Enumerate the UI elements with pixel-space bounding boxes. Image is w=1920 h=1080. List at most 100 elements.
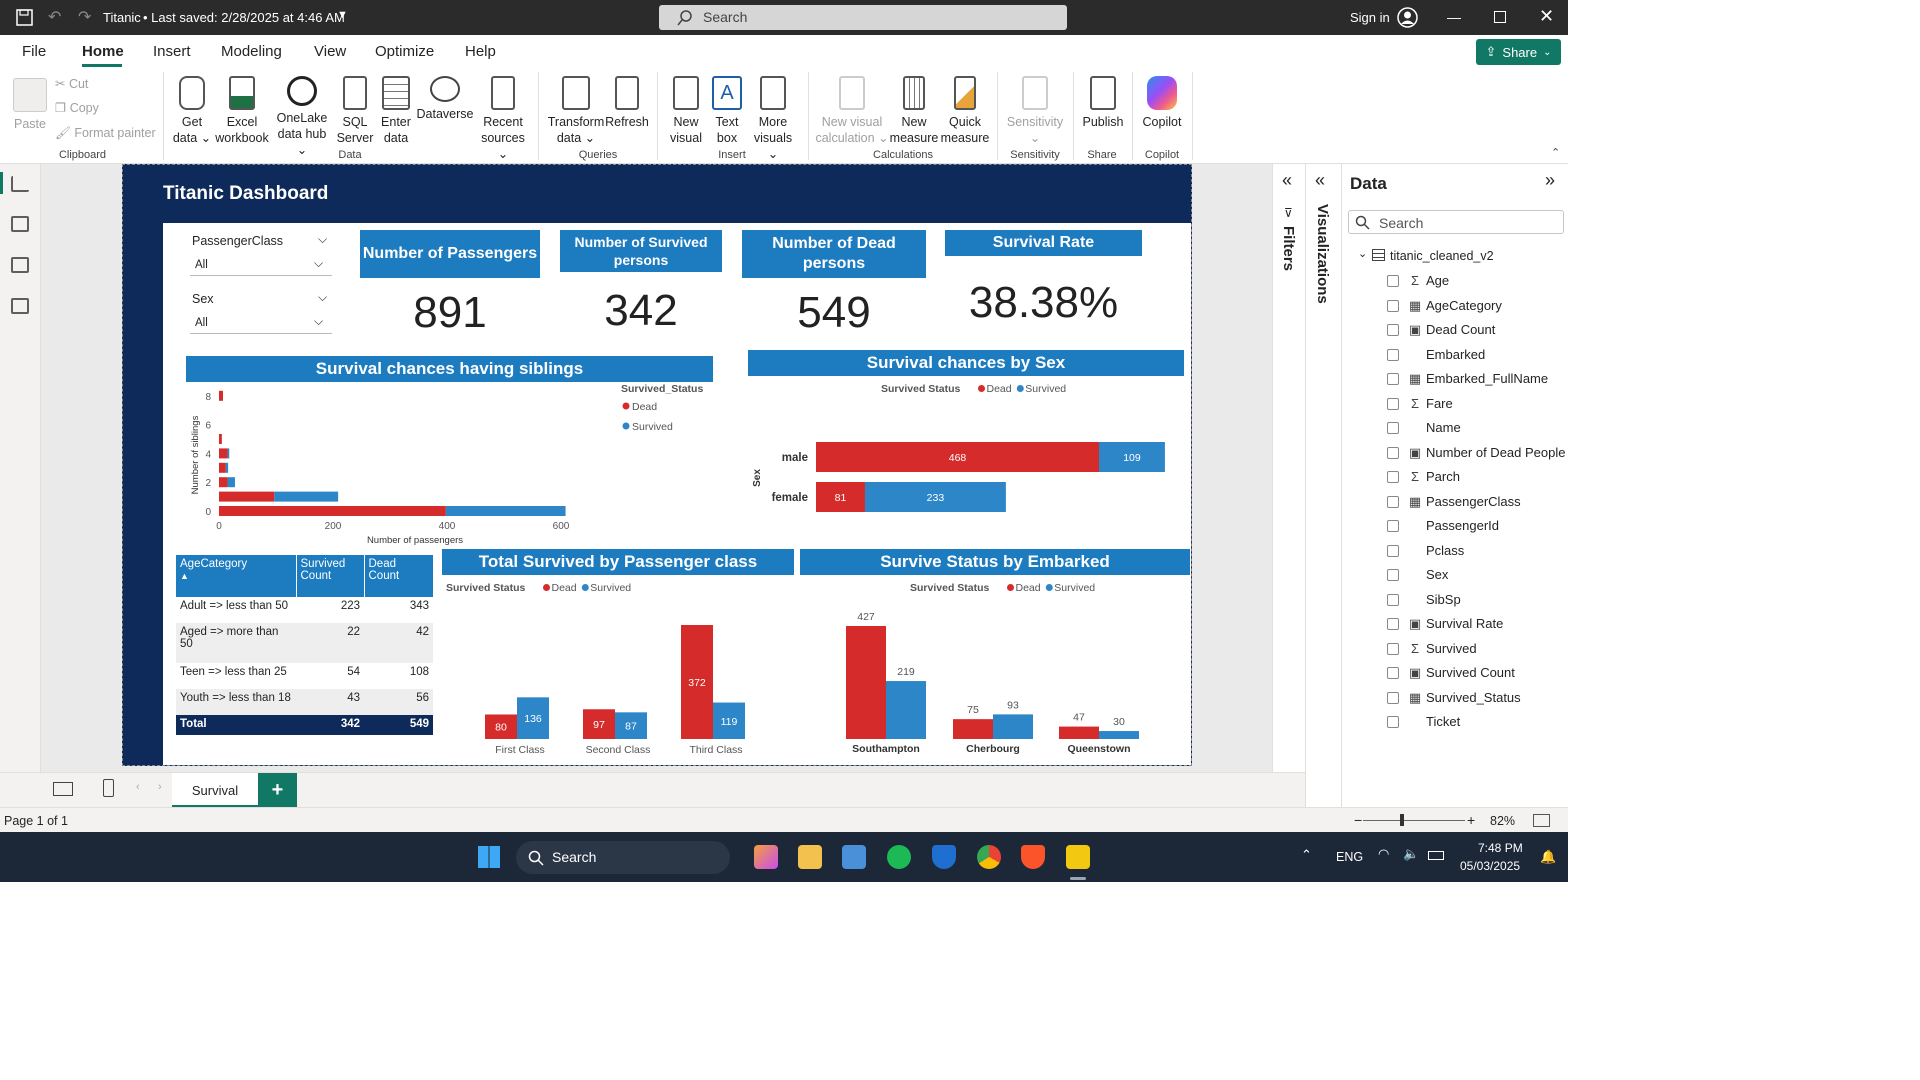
add-page-button[interactable]: + [258,773,297,808]
file-explorer-icon[interactable] [798,845,822,869]
maximize-icon[interactable] [1494,11,1506,23]
age-category-table[interactable]: AgeCategory ▲ Survived Count Dead Count A… [176,555,433,735]
field-checkbox[interactable] [1387,471,1399,483]
bar-dead [846,626,886,739]
x-axis-label: Number of passengers [367,535,463,546]
collapse-left-icon[interactable]: « [1315,170,1325,191]
data-pane: Data » Search ⌄ titanic_cleaned_v2 Σ Age ▦… [1341,164,1568,807]
page-tab-survival[interactable]: Survival [172,773,258,808]
table-cell: Adult => less than 50 [180,600,289,612]
table-header[interactable]: Survived Count [295,555,364,597]
field-checkbox[interactable] [1387,642,1399,655]
data-label: 468 [949,452,967,464]
field-checkbox[interactable] [1387,495,1399,508]
active-app-indicator [1070,877,1086,880]
data-search-input[interactable]: Search [1348,210,1564,234]
filters-pane-collapsed[interactable]: « ⊽ Filters [1272,164,1305,772]
chevron-up-icon[interactable]: ⌃ [1301,847,1312,863]
scroll-right-icon[interactable]: › [158,781,162,793]
field-checkbox[interactable] [1387,348,1399,361]
sigma-icon: Σ [1410,640,1420,656]
share-button[interactable]: ⇪ Share ⌄ [1476,39,1561,65]
data-label: 93 [1007,699,1019,711]
clock-time[interactable]: 7:48 PM [1478,841,1523,855]
field-checkbox[interactable] [1387,569,1399,581]
bar-survived [886,681,926,739]
wifi-icon[interactable]: ◠ [1378,846,1389,862]
volume-icon[interactable]: 🔈 [1403,846,1419,862]
zoom-in-icon[interactable]: + [1467,812,1475,828]
field-checkbox[interactable] [1387,373,1399,385]
spotify-icon[interactable] [887,845,911,869]
visualizations-pane-collapsed[interactable]: « Visualizations [1305,164,1341,807]
fit-to-page-icon[interactable] [1533,814,1550,827]
field-checkbox[interactable] [1387,275,1399,287]
data-table-node[interactable]: ⌄ titanic_cleaned_v2 [1358,247,1558,267]
language-indicator[interactable]: ENG [1336,850,1363,864]
legend-title: Survived Status [881,383,961,395]
minimize-icon[interactable]: — [1447,9,1461,25]
field-checkbox[interactable] [1387,422,1399,434]
table-cell: 223 [340,600,360,612]
legend-marker [1016,385,1024,392]
bar-dead [219,462,226,473]
field-name: PassengerId [1426,518,1499,533]
field-checkbox[interactable] [1387,520,1399,532]
field-checkbox[interactable] [1387,667,1399,679]
collapse-ribbon-icon[interactable]: ⌃ [1551,146,1560,159]
share-icon: ⇪ [1485,44,1497,59]
bar-survived [445,506,566,516]
field-checkbox[interactable] [1387,618,1399,630]
field-checkbox[interactable] [1387,544,1399,557]
data-label: 136 [524,713,542,725]
taskbar-search[interactable]: Search [516,841,730,874]
y-tick-label: 8 [205,392,211,403]
brave-icon[interactable] [1021,845,1045,869]
close-icon[interactable]: ✕ [1539,6,1554,27]
table-header[interactable]: AgeCategory ▲ [176,555,296,597]
app-icon[interactable] [754,845,778,869]
zoom-level: 82% [1490,814,1516,828]
sign-in-link[interactable]: Sign in [1350,10,1390,25]
bar-survived [1099,731,1139,739]
battery-icon[interactable] [1428,851,1444,860]
start-icon[interactable] [478,846,500,868]
field-checkbox[interactable] [1387,446,1399,459]
category-label: male [782,452,808,464]
collapse-left-icon[interactable]: « [1282,170,1292,191]
account-icon[interactable] [1397,7,1418,28]
zoom-out-icon[interactable]: − [1354,812,1362,828]
zoom-slider-thumb[interactable] [1400,814,1404,826]
field-checkbox[interactable] [1387,299,1399,312]
desktop-layout-icon[interactable] [53,782,73,796]
legend-item: Survived [632,421,673,433]
bar-dead [953,719,993,739]
field-checkbox[interactable] [1387,716,1399,728]
x-tick-label: 600 [553,521,570,532]
collapse-right-icon[interactable]: » [1545,170,1555,191]
table-header[interactable]: Dead Count [363,555,433,597]
field-checkbox[interactable] [1387,593,1399,606]
mobile-layout-icon[interactable] [103,779,114,797]
zoom-slider[interactable] [1363,820,1465,821]
bar-survived [225,462,229,473]
app-icon[interactable] [842,845,866,869]
notifications-icon[interactable]: 🔔 [1540,849,1556,865]
table-cell: 343 [409,600,429,612]
chrome-icon[interactable] [977,845,1001,869]
clock-date[interactable]: 05/03/2025 [1460,859,1520,873]
y-tick-label: 4 [205,449,211,460]
field-checkbox[interactable] [1387,691,1399,704]
field-name: PassengerClass [1426,493,1521,509]
field-checkbox[interactable] [1387,397,1399,410]
field-name: Fare [1426,395,1453,411]
measure-icon: ▣ [1408,322,1422,337]
field-checkbox[interactable] [1387,324,1399,336]
power-bi-icon[interactable] [1066,845,1090,869]
visualizations-label: Visualizations [1314,204,1331,304]
chevron-down-icon[interactable]: ⌄ [1358,247,1367,260]
data-label: 97 [593,719,605,731]
table-cell: 43 [347,692,360,704]
scroll-left-icon[interactable]: ‹ [136,781,140,793]
security-shield-icon[interactable] [932,845,956,869]
